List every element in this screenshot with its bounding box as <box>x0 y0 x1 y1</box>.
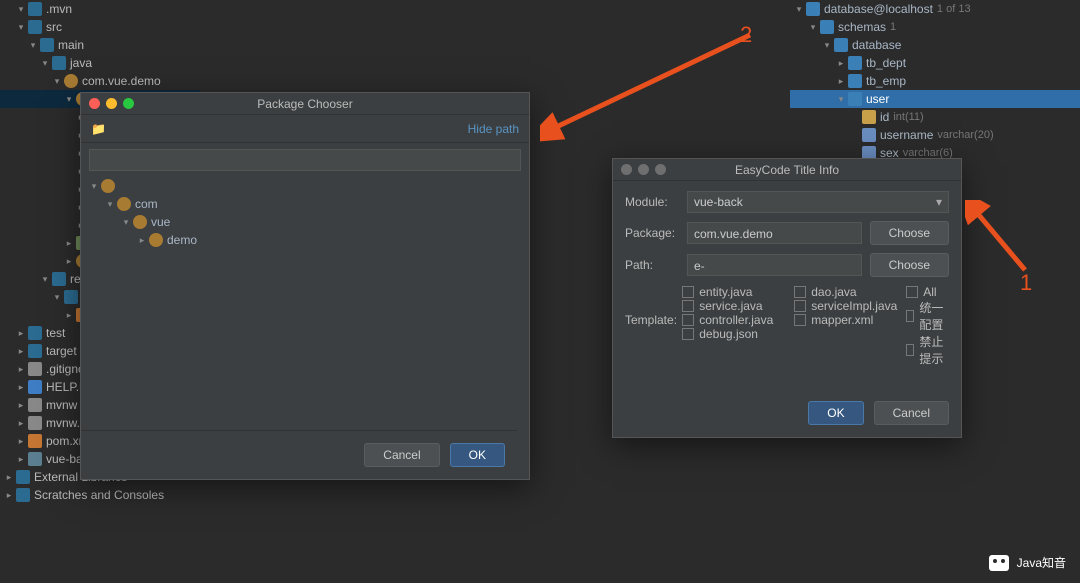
template-checkbox[interactable]: 禁止提示 <box>906 333 949 367</box>
easycode-dialog: EasyCode Title Info Module: vue-back Pac… <box>612 158 962 438</box>
choose-path-button[interactable]: Choose <box>870 253 949 277</box>
tree-item[interactable]: ▾main <box>0 36 200 54</box>
db-tree-item[interactable]: ▾database <box>790 36 1080 54</box>
wechat-icon <box>989 555 1009 571</box>
annotation-label-1: 1 <box>1020 270 1032 296</box>
template-label: Template: <box>625 313 682 327</box>
db-tree-item[interactable]: ▾schemas1 <box>790 18 1080 36</box>
path-label: Path: <box>625 258 687 272</box>
choose-package-button[interactable]: Choose <box>870 221 949 245</box>
package-tree-item[interactable]: ▸demo <box>89 231 521 249</box>
template-checkbox[interactable]: mapper.xml <box>794 313 906 327</box>
hide-path-link[interactable]: Hide path <box>468 122 519 136</box>
package-tree-item[interactable]: ▾ <box>89 177 521 195</box>
template-checkbox[interactable]: entity.java <box>682 285 794 299</box>
package-tree-item[interactable]: ▾vue <box>89 213 521 231</box>
package-chooser-dialog: Package Chooser 📁 Hide path ▾▾com▾vue▸de… <box>80 92 530 480</box>
dialog-title: Package Chooser <box>81 97 529 111</box>
package-tree[interactable]: ▾▾com▾vue▸demo <box>89 177 521 249</box>
template-checkbox[interactable]: dao.java <box>794 285 906 299</box>
db-tree-item[interactable]: ▾user <box>790 90 1080 108</box>
cancel-button[interactable]: Cancel <box>364 443 439 467</box>
template-checkbox[interactable]: service.java <box>682 299 794 313</box>
module-label: Module: <box>625 195 687 209</box>
path-input[interactable]: e-back/src/main/java/com/vue/demo <box>687 254 862 276</box>
path-input[interactable] <box>89 149 521 171</box>
cancel-button[interactable]: Cancel <box>874 401 949 425</box>
db-tree-item[interactable]: ▸tb_dept <box>790 54 1080 72</box>
dialog-titlebar[interactable]: Package Chooser <box>81 93 529 115</box>
db-tree-item[interactable]: ▾database@localhost1 of 13 <box>790 0 1080 18</box>
tree-item[interactable]: ▾com.vue.demo <box>0 72 200 90</box>
module-select[interactable]: vue-back <box>687 191 949 213</box>
package-label: Package: <box>625 226 687 240</box>
db-tree-item[interactable]: usernamevarchar(20) <box>790 126 1080 144</box>
db-tree-item[interactable]: ▸tb_emp <box>790 72 1080 90</box>
tree-item[interactable]: ▾java <box>0 54 200 72</box>
new-folder-icon[interactable]: 📁 <box>91 122 106 136</box>
template-checkbox[interactable]: controller.java <box>682 313 794 327</box>
tree-item[interactable]: ▾.mvn <box>0 0 200 18</box>
db-tree-item[interactable]: idint(11) <box>790 108 1080 126</box>
tree-item[interactable]: ▸Scratches and Consoles <box>0 486 200 504</box>
watermark: Java知音 <box>989 554 1066 571</box>
ok-button[interactable]: OK <box>808 401 863 425</box>
package-tree-item[interactable]: ▾com <box>89 195 521 213</box>
template-checkbox[interactable]: All <box>906 285 949 299</box>
template-checkbox[interactable]: 统一配置 <box>906 299 949 333</box>
annotation-label-2: 2 <box>740 22 752 48</box>
tree-item[interactable]: ▾src <box>0 18 200 36</box>
template-checkbox[interactable]: debug.json <box>682 327 794 341</box>
template-checkbox[interactable]: serviceImpl.java <box>794 299 906 313</box>
ok-button[interactable]: OK <box>450 443 505 467</box>
dialog-titlebar[interactable]: EasyCode Title Info <box>613 159 961 181</box>
dialog-title: EasyCode Title Info <box>613 163 961 177</box>
package-input[interactable]: com.vue.demo <box>687 222 862 244</box>
annotation-arrow-2 <box>540 25 760 145</box>
